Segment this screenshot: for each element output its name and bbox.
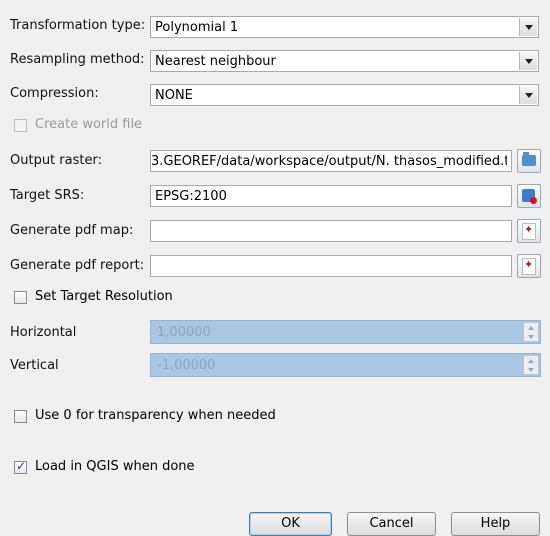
pdf-icon: [522, 223, 536, 240]
horizontal-spinbox: 1,00000: [150, 320, 541, 344]
create-world-file-label: Create world file: [35, 117, 143, 132]
use-zero-transparency-label: Use 0 for transparency when needed: [35, 408, 276, 423]
spin-arrows-icon: [523, 355, 539, 375]
output-raster-value: 3.GEOREF/data/workspace/output/N. thasos…: [151, 154, 507, 169]
pdf-icon: [522, 258, 536, 275]
select-srs-button[interactable]: [517, 184, 541, 208]
load-in-qgis-label: Load in QGIS when done: [35, 459, 195, 474]
set-target-resolution-checkbox[interactable]: [14, 291, 27, 304]
set-target-resolution-label: Set Target Resolution: [35, 289, 173, 304]
resampling-method-label: Resampling method:: [10, 52, 145, 67]
output-raster-label: Output raster:: [10, 153, 102, 168]
resampling-method-value: Nearest neighbour: [155, 54, 276, 69]
transformation-type-label: Transformation type:: [10, 18, 146, 33]
chevron-down-icon[interactable]: [519, 52, 537, 70]
cancel-button[interactable]: Cancel: [347, 512, 436, 536]
compression-label: Compression:: [10, 86, 99, 101]
help-button[interactable]: Help: [451, 512, 540, 536]
use-zero-transparency-checkbox[interactable]: [14, 410, 27, 423]
generate-pdf-map-field[interactable]: [150, 220, 512, 242]
output-raster-field[interactable]: 3.GEOREF/data/workspace/output/N. thasos…: [150, 150, 512, 172]
generate-pdf-map-label: Generate pdf map:: [10, 223, 134, 238]
horizontal-value: 1,00000: [157, 325, 211, 340]
compression-select[interactable]: NONE: [150, 84, 539, 106]
crs-selector-icon: [522, 189, 537, 204]
generate-pdf-report-field[interactable]: [150, 255, 512, 277]
horizontal-label: Horizontal: [10, 325, 77, 340]
pdf-map-browse-button[interactable]: [517, 219, 541, 243]
target-srs-field[interactable]: EPSG:2100: [150, 185, 512, 207]
compression-value: NONE: [155, 88, 193, 103]
target-srs-label: Target SRS:: [10, 188, 85, 203]
transformation-type-select[interactable]: Polynomial 1: [150, 16, 539, 38]
create-world-file-checkbox: [14, 119, 27, 132]
load-in-qgis-checkbox[interactable]: [14, 459, 27, 474]
target-srs-value: EPSG:2100: [155, 189, 227, 204]
pdf-report-browse-button[interactable]: [517, 254, 541, 278]
browse-output-button[interactable]: [517, 149, 541, 173]
vertical-label: Vertical: [10, 358, 59, 373]
folder-icon: [522, 152, 536, 166]
chevron-down-icon[interactable]: [519, 86, 537, 104]
vertical-value: -1,00000: [157, 358, 216, 373]
spin-arrows-icon: [523, 322, 539, 342]
chevron-down-icon[interactable]: [519, 18, 537, 36]
ok-button[interactable]: OK: [249, 512, 332, 536]
transformation-type-value: Polynomial 1: [155, 20, 239, 35]
resampling-method-select[interactable]: Nearest neighbour: [150, 50, 539, 72]
generate-pdf-report-label: Generate pdf report:: [10, 258, 145, 273]
vertical-spinbox: -1,00000: [150, 353, 541, 377]
